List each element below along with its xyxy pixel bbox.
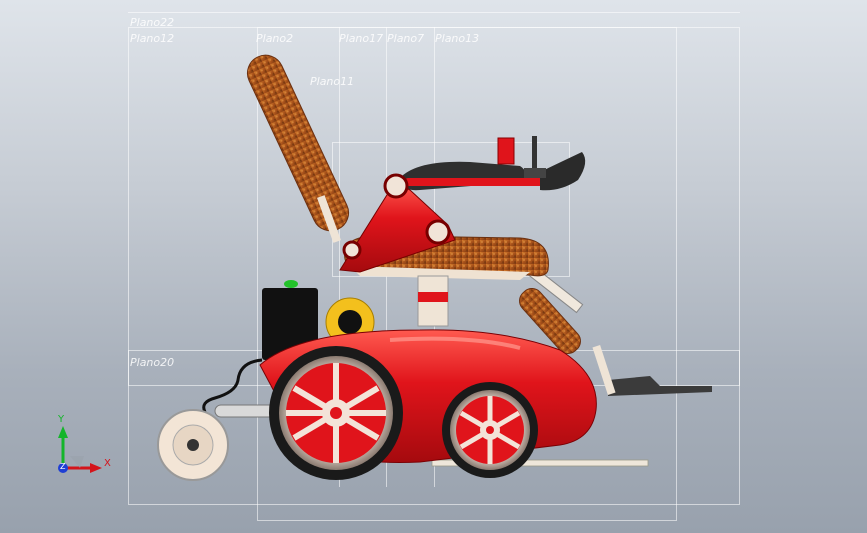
triad-x-label: X bbox=[104, 458, 111, 469]
triad-y-label: Y bbox=[58, 414, 65, 425]
coordinate-triad-icon bbox=[58, 426, 102, 473]
graphics-viewport[interactable]: Plano22 Plano12 Plano2 Plano17 Plano7 Pl… bbox=[0, 0, 867, 533]
triad-z-label: Z bbox=[60, 462, 66, 471]
